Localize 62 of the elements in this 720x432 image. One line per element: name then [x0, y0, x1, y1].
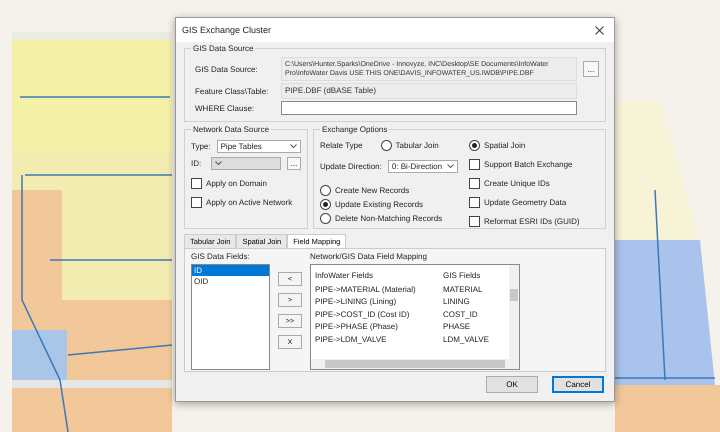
dialog-button[interactable]: Cancel	[552, 376, 604, 393]
table-cell-text: MATERIAL	[443, 284, 484, 294]
caret-icon	[215, 161, 222, 166]
radio-button[interactable]	[320, 213, 331, 224]
dialog-button[interactable]: OK	[486, 376, 538, 393]
table-cell-text: COST_ID	[443, 310, 479, 319]
radio-label: Update Existing Records	[335, 200, 424, 209]
browse-button[interactable]: ...	[583, 61, 599, 77]
table-cell-text: PHASE	[443, 322, 472, 332]
radio-label: Delete Non-Matching Records	[335, 214, 442, 223]
close-icon	[595, 26, 604, 34]
checkbox[interactable]	[191, 178, 202, 189]
caret-icon	[290, 144, 297, 149]
checkbox[interactable]	[469, 197, 480, 208]
table-cell-text: PIPE->LDM_VALVE	[315, 334, 388, 344]
checkbox-label: Update Geometry Data	[484, 198, 566, 207]
field-label: Update Direction:	[320, 162, 382, 171]
direction-dropdown[interactable]: 0: Bi-Direction	[388, 160, 458, 173]
column-header: InfoWater Fields	[315, 270, 374, 280]
group-title: GIS Data Source	[192, 44, 254, 53]
field-label: Type:	[191, 142, 211, 151]
caret-icon	[446, 164, 454, 169]
checkbox[interactable]	[469, 178, 480, 189]
column-header: GIS Fields	[443, 270, 482, 280]
group-title: Network Data Source	[192, 125, 270, 134]
field-label: GIS Data Source:	[195, 64, 259, 74]
radio-button[interactable]	[469, 140, 480, 151]
radio-label: Tabular Join	[396, 141, 439, 150]
checkbox-label: Reformat ESRI IDs (GUID)	[484, 217, 580, 226]
checkbox[interactable]	[469, 159, 480, 170]
type-dropdown[interactable]: Pipe Tables	[216, 140, 301, 153]
input-field[interactable]	[281, 101, 577, 115]
list-label: GIS Data Fields:	[191, 252, 251, 261]
checkbox-label: Apply on Domain	[206, 179, 267, 188]
checkbox-label: Apply on Active Network	[206, 198, 292, 207]
list-item[interactable]: ID	[192, 265, 269, 276]
field-label: Relate Type	[320, 141, 363, 150]
field-label: WHERE Clause:	[195, 104, 256, 112]
group-title: Exchange Options	[321, 125, 388, 134]
table-cell-text: LDM_VALVE	[443, 334, 490, 344]
list-item[interactable]: OID	[192, 276, 269, 287]
checkbox-label: Create Unique IDs	[484, 179, 550, 188]
vertical-scrollbar[interactable]	[509, 265, 519, 359]
radio-button[interactable]	[380, 140, 392, 151]
table-cell-text: PIPE->PHASE (Phase)	[315, 322, 399, 332]
field-label: Feature Class\Table:	[195, 86, 270, 96]
checkbox-label: Support Batch Exchange	[484, 160, 573, 169]
table-cell-text: PIPE->LINING (Lining)	[315, 297, 398, 306]
table-cell-text: PIPE->MATERIAL (Material)	[315, 284, 417, 294]
checkbox[interactable]	[191, 197, 202, 208]
radio-label: Create New Records	[335, 186, 410, 195]
horizontal-scrollbar[interactable]	[311, 359, 519, 369]
radio-button[interactable]	[320, 185, 331, 196]
table-cell-text: PIPE->COST_ID (Cost ID)	[315, 310, 410, 319]
field-label: ID:	[191, 159, 202, 168]
radio-label: Spatial Join	[484, 141, 526, 150]
radio-button[interactable]	[320, 199, 331, 210]
checkbox[interactable]	[469, 216, 480, 227]
table-title: Network/GIS Data Field Mapping	[310, 252, 428, 261]
window-title: GIS Exchange Cluster	[182, 25, 272, 35]
fields-list[interactable]: ID OID	[191, 264, 270, 370]
table-cell-text: LINING	[443, 297, 471, 306]
